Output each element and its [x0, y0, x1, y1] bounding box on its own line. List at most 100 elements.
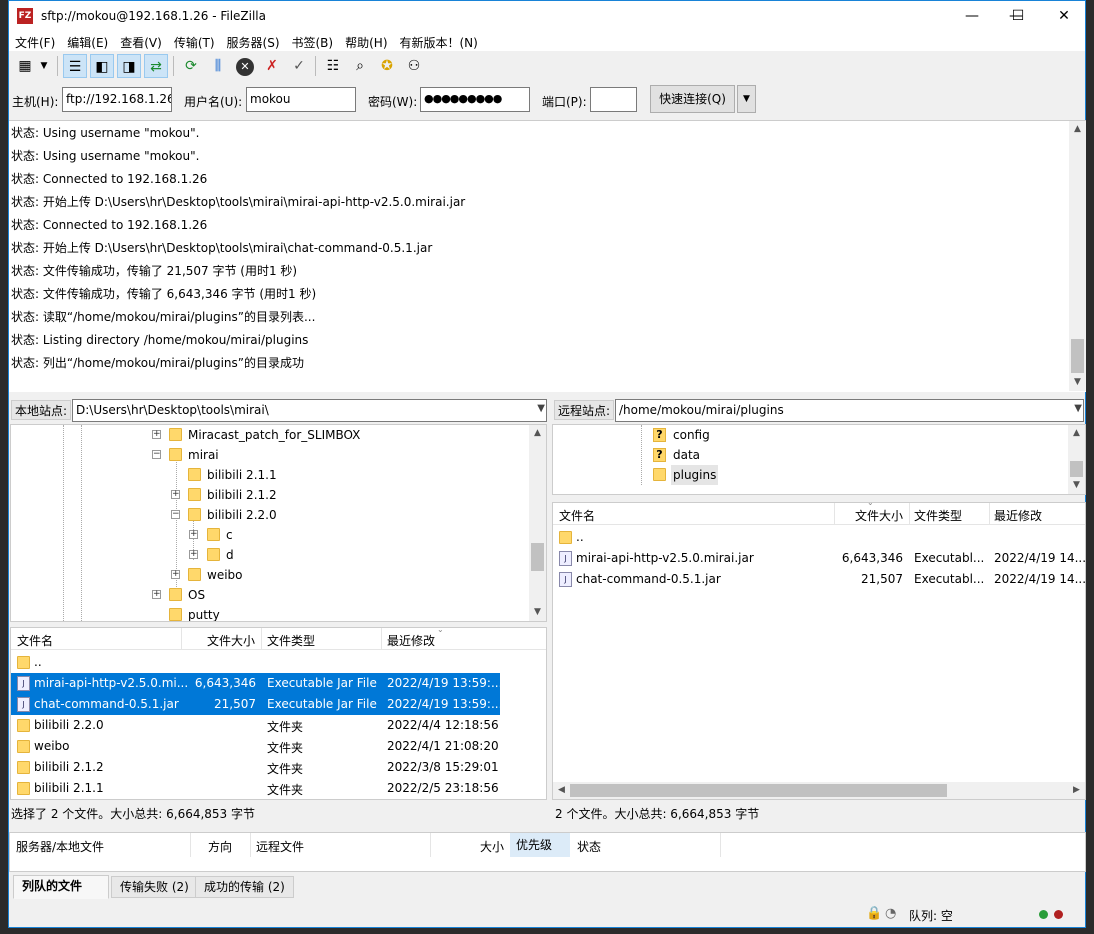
menu-edit[interactable]: 编辑(E) — [61, 32, 114, 51]
tree-node[interactable]: putty — [188, 605, 220, 621]
col-filetype[interactable]: 文件类型 — [914, 507, 962, 524]
menu-help[interactable]: 帮助(H) — [339, 32, 393, 51]
toggle-remote-tree-icon[interactable]: ◨ — [117, 54, 141, 78]
transfer-queue[interactable]: 服务器/本地文件 方向 远程文件 大小 优先级 状态 — [9, 832, 1086, 872]
remote-file-list[interactable]: 文件名 文件大小 ⌄ 文件类型 最近修改 .. J mirai-api-http… — [552, 502, 1086, 800]
quickconnect-history-dropdown[interactable]: ▼ — [737, 85, 756, 113]
queue-col-priority[interactable]: 优先级 — [510, 833, 570, 857]
queue-col-size[interactable]: 大小 — [480, 838, 504, 855]
list-item[interactable]: bilibili 2.1.2 文件夹 2022/3/8 15:29:01 — [11, 757, 546, 778]
process-queue-icon[interactable]: ⫼ — [206, 54, 230, 78]
list-item[interactable]: J mirai-api-http-v2.5.0.mirai.jar 6,643,… — [553, 548, 1085, 569]
toggle-queue-icon[interactable]: ⇄ — [144, 54, 168, 78]
menu-file[interactable]: 文件(F) — [9, 32, 61, 51]
tree-node[interactable]: bilibili 2.1.2 — [207, 485, 277, 505]
scroll-down-icon[interactable]: ▼ — [529, 604, 546, 621]
menu-view[interactable]: 查看(V) — [114, 32, 168, 51]
quickconnect-button[interactable]: 快速连接(Q) — [650, 85, 735, 113]
expand-icon[interactable]: + — [189, 550, 198, 559]
list-item[interactable]: J chat-command-0.5.1.jar 21,507 Executab… — [553, 569, 1085, 590]
tree-node[interactable]: OS — [188, 585, 205, 605]
menu-new-version[interactable]: 有新版本！(N) — [394, 32, 484, 51]
password-input[interactable]: ●●●●●●●●● — [420, 87, 530, 112]
menu-transfer[interactable]: 传输(T) — [168, 32, 221, 51]
scroll-up-icon[interactable]: ▲ — [1068, 425, 1085, 442]
list-item[interactable]: J chat-command-0.5.1.jar 21,507 Executab… — [11, 694, 502, 715]
expand-icon[interactable]: + — [171, 570, 180, 579]
col-filename[interactable]: 文件名 — [559, 507, 595, 524]
col-modified[interactable]: 最近修改 — [994, 507, 1042, 524]
minimize-btn[interactable]: — — [949, 1, 995, 32]
list-item[interactable]: bilibili 2.1.1 文件夹 2022/2/5 23:18:56 — [11, 778, 546, 799]
disconnect-icon[interactable]: ✗ — [260, 54, 284, 78]
queue-col-remote-file[interactable]: 远程文件 — [256, 838, 304, 855]
col-filesize[interactable]: 文件大小 — [855, 507, 903, 524]
menu-bookmarks[interactable]: 书签(B) — [286, 32, 340, 51]
compare-dirs-icon[interactable]: ⚇ — [402, 54, 426, 78]
scroll-down-icon[interactable]: ▼ — [1069, 374, 1086, 391]
tree-node[interactable]: data — [673, 445, 700, 465]
tree-node[interactable]: Miracast_patch_for_SLIMBOX — [188, 425, 360, 445]
tab-failed-transfers[interactable]: 传输失败 (2) — [111, 876, 198, 898]
remote-dir-tree[interactable]: ? config ? data plugins ▲ ▼ — [552, 424, 1086, 495]
tab-successful-transfers[interactable]: 成功的传输 (2) — [195, 876, 294, 898]
scroll-right-icon[interactable]: ▶ — [1068, 782, 1085, 799]
toggle-local-tree-icon[interactable]: ◧ — [90, 54, 114, 78]
list-item[interactable]: .. — [11, 652, 546, 673]
queue-col-server-local[interactable]: 服务器/本地文件 — [16, 838, 104, 855]
log-scroll-thumb[interactable] — [1071, 339, 1084, 373]
expand-icon[interactable]: + — [152, 590, 161, 599]
chevron-down-icon[interactable]: ▼ — [1074, 403, 1082, 414]
list-item[interactable]: .. — [553, 527, 1085, 548]
tree-node[interactable]: d — [226, 545, 234, 565]
tree-node[interactable]: c — [226, 525, 233, 545]
tab-queued-files[interactable]: 列队的文件 — [13, 875, 109, 899]
local-dir-tree[interactable]: + Miracast_patch_for_SLIMBOX − mirai bil… — [10, 424, 547, 622]
chevron-down-icon[interactable]: ▼ — [537, 403, 545, 414]
scroll-up-icon[interactable]: ▲ — [1069, 121, 1086, 138]
menu-server[interactable]: 服务器(S) — [221, 32, 286, 51]
speed-limit-icon[interactable]: ◔ — [885, 906, 896, 921]
site-manager-icon[interactable]: ▦ — [13, 54, 37, 78]
col-filetype[interactable]: 文件类型 — [267, 632, 315, 649]
maximize-btn[interactable]: ☐ — [995, 1, 1041, 32]
remote-tree-scrollbar[interactable]: ▲ ▼ — [1068, 425, 1085, 494]
scroll-thumb[interactable] — [570, 784, 947, 797]
col-filename[interactable]: 文件名 — [17, 632, 53, 649]
directory-listing-filter-icon[interactable]: ☷ — [321, 54, 345, 78]
list-item[interactable]: J mirai-api-http-v2.5.0.mi... 6,643,346 … — [11, 673, 502, 694]
remote-path-input[interactable]: /home/mokou/mirai/plugins — [615, 399, 1084, 422]
list-item[interactable]: weibo 文件夹 2022/4/1 21:08:20 — [11, 736, 546, 757]
scroll-thumb[interactable] — [1070, 461, 1083, 477]
local-path-input[interactable]: D:\Users\hr\Desktop\tools\mirai\ — [72, 399, 547, 422]
tree-node[interactable]: weibo — [207, 565, 243, 585]
collapse-icon[interactable]: − — [152, 450, 161, 459]
sync-browse-icon[interactable]: ✪ — [375, 54, 399, 78]
scroll-thumb[interactable] — [531, 543, 544, 571]
scroll-up-icon[interactable]: ▲ — [529, 425, 546, 442]
tree-node[interactable]: mirai — [188, 445, 219, 465]
expand-icon[interactable]: + — [171, 490, 180, 499]
local-tree-scrollbar[interactable]: ▲ ▼ — [529, 425, 546, 621]
expand-icon[interactable]: + — [152, 430, 161, 439]
refresh-icon[interactable]: ⟳ — [179, 54, 203, 78]
reconnect-icon[interactable]: ✓ — [287, 54, 311, 78]
list-item[interactable]: bilibili 2.2.0 文件夹 2022/4/4 12:18:56 — [11, 715, 546, 736]
tree-node[interactable]: bilibili 2.2.0 — [207, 505, 277, 525]
expand-icon[interactable]: + — [189, 530, 198, 539]
toggle-log-icon[interactable]: ☰ — [63, 54, 87, 78]
dropdown-arrow-icon[interactable]: ▼ — [37, 54, 51, 78]
local-file-list[interactable]: 文件名 文件大小 文件类型 最近修改 ⌄ .. J mirai-api-http… — [10, 627, 547, 800]
port-input[interactable] — [590, 87, 637, 112]
log-scrollbar[interactable]: ▲ ▼ — [1069, 121, 1086, 391]
collapse-icon[interactable]: − — [171, 510, 180, 519]
message-log[interactable]: 状态: Using username "mokou". 状态: Using us… — [9, 120, 1086, 392]
scroll-left-icon[interactable]: ◀ — [553, 782, 570, 799]
scroll-down-icon[interactable]: ▼ — [1068, 477, 1085, 494]
username-input[interactable]: mokou — [246, 87, 356, 112]
tree-node-selected[interactable]: plugins — [671, 465, 719, 485]
search-files-icon[interactable]: ⌕ — [348, 54, 372, 78]
col-modified[interactable]: 最近修改 — [387, 632, 435, 649]
close-btn[interactable]: ✕ — [1041, 1, 1087, 32]
tree-node[interactable]: config — [673, 425, 710, 445]
